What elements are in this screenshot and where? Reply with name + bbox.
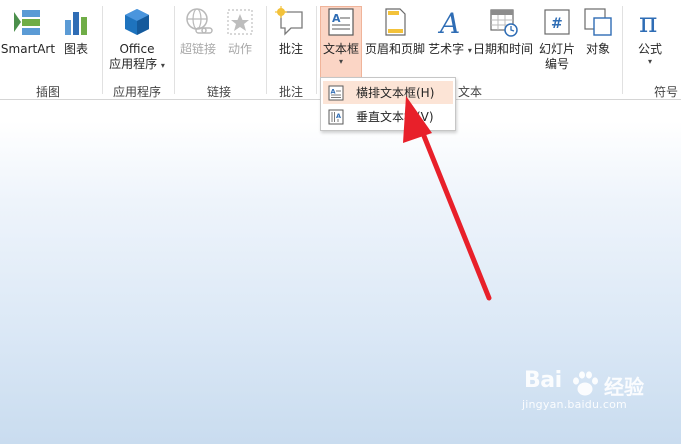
object-button[interactable]: 对象 — [580, 6, 616, 57]
group-label-apps: 应用程序 — [112, 85, 161, 99]
hyperlink-label: 超链接 — [179, 42, 216, 56]
group-separator — [622, 6, 623, 94]
comment-label: 批注 — [278, 42, 303, 56]
svg-text:A: A — [332, 12, 341, 25]
globe-link-icon — [186, 8, 213, 34]
hyperlink-button[interactable]: 超链接 — [178, 6, 218, 57]
group-label-symbols: 符号 — [653, 85, 678, 99]
watermark-jingyan: 经验 — [604, 375, 644, 399]
group-label-links: 链接 — [206, 85, 231, 99]
textbox-label: 文本框 — [322, 42, 359, 56]
calendar-clock-icon — [490, 9, 518, 37]
group-separator — [266, 6, 267, 94]
group-separator — [102, 6, 103, 94]
object-label: 对象 — [585, 42, 610, 56]
chevron-down-icon: ▾ — [160, 61, 165, 70]
chevron-down-icon: ▾ — [338, 57, 343, 66]
slide-number-icon: # — [544, 9, 570, 35]
date-time-label: 日期和时间 — [472, 42, 533, 56]
vertical-textbox-label: 垂直文本框(V) — [356, 110, 434, 124]
slide-number-label-line2: 编号 — [544, 57, 569, 71]
group-separator — [174, 6, 175, 94]
star-action-icon — [227, 9, 253, 35]
chart-label: 图表 — [63, 42, 88, 56]
smartart-label: SmartArt — [0, 42, 56, 56]
office-cube-icon — [125, 9, 149, 35]
equation-button[interactable]: π 公式 ▾ — [630, 6, 670, 67]
watermark-brand: Bai — [524, 368, 562, 393]
wordart-icon: A — [437, 7, 460, 38]
object-icon — [584, 8, 612, 36]
equation-label: 公式 — [637, 42, 662, 56]
group-label-illustrations: 插图 — [35, 85, 60, 99]
textbox-button[interactable]: A 文本框 ▾ — [320, 6, 362, 67]
chart-icon — [65, 12, 87, 35]
chart-button[interactable]: 图表 — [58, 6, 94, 57]
pi-icon: π — [639, 6, 657, 38]
smartart-button[interactable]: SmartArt — [0, 6, 56, 57]
chevron-down-icon: ▾ — [647, 57, 652, 66]
menu-item-horizontal-textbox[interactable]: A 横排文本框(H) — [323, 81, 453, 104]
group-separator — [316, 6, 317, 94]
comment-button[interactable]: 批注 — [272, 6, 310, 57]
group-label-comments: 批注 — [278, 85, 303, 99]
svg-text:A: A — [331, 87, 336, 95]
slide-number-button[interactable]: # 幻灯片 编号 — [536, 6, 578, 72]
wordart-label: 艺术字 ▾ — [428, 42, 472, 56]
paw-logo-icon — [573, 371, 598, 396]
textbox-dropdown-menu: A 横排文本框(H) A 垂直文本框(V) — [320, 77, 456, 131]
vertical-textbox-icon: A — [328, 109, 344, 124]
menu-item-vertical-textbox[interactable]: A 垂直文本框(V) — [323, 105, 453, 128]
date-time-button[interactable]: 日期和时间 — [472, 6, 534, 57]
header-footer-label: 页眉和页脚 — [364, 42, 425, 56]
slide-number-label-line1: 幻灯片 — [538, 42, 575, 56]
svg-text:A: A — [336, 112, 341, 120]
watermark-url: jingyan.baidu.com — [522, 398, 627, 411]
horizontal-textbox-icon: A — [328, 85, 344, 100]
action-label: 动作 — [227, 42, 252, 56]
office-apps-label-line1: Office — [119, 42, 155, 56]
wordart-button[interactable]: A 艺术字 ▾ — [428, 6, 472, 57]
office-apps-label-line2: 应用程序 ▾ — [109, 57, 165, 71]
comment-icon — [275, 6, 303, 36]
textbox-icon: A — [328, 8, 354, 36]
office-apps-button[interactable]: Office 应用程序 ▾ — [106, 6, 168, 72]
svg-text:A: A — [437, 7, 460, 38]
smartart-icon — [14, 10, 40, 35]
watermark: Bai 经验 jingyan.baidu.com — [520, 368, 670, 414]
header-footer-icon — [385, 8, 406, 36]
horizontal-textbox-label: 横排文本框(H) — [356, 86, 435, 100]
header-footer-button[interactable]: 页眉和页脚 — [364, 6, 426, 57]
svg-text:#: # — [551, 16, 563, 32]
svg-text:π: π — [639, 6, 657, 38]
action-button[interactable]: 动作 — [222, 6, 258, 57]
